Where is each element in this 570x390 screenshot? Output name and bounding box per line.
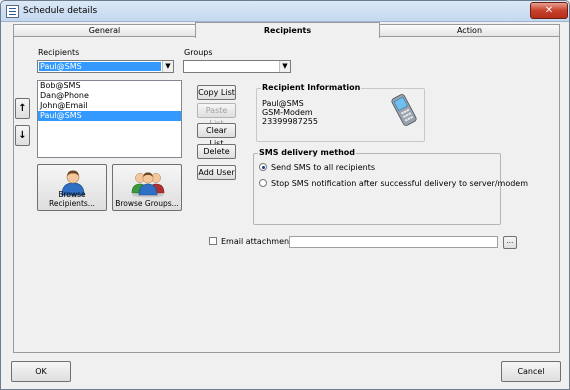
email-attachment-field[interactable]: [289, 236, 498, 248]
sms-delivery-box: SMS delivery method Send SMS to all reci…: [253, 148, 528, 225]
window-title: Schedule details: [23, 6, 98, 16]
cancel-button[interactable]: Cancel: [501, 361, 561, 382]
browse-groups-button[interactable]: Browse Groups...: [112, 164, 182, 211]
recipients-label: Recipients: [38, 48, 80, 57]
close-icon[interactable]: ✕: [530, 2, 568, 19]
phone-icon: [391, 94, 417, 126]
add-user-button[interactable]: Add User: [197, 165, 236, 180]
sms-delivery-title: SMS delivery method: [258, 148, 356, 157]
groups-combo-value: [185, 62, 278, 71]
browse-recipients-button[interactable]: Browse Recipients...: [37, 164, 107, 211]
recipient-list[interactable]: Bob@SMS Dan@Phone John@Email Paul@SMS: [37, 80, 182, 158]
chevron-down-icon[interactable]: ▼: [279, 61, 290, 72]
clear-list-button[interactable]: Clear List: [197, 123, 236, 148]
paste-list-button[interactable]: Paste List: [197, 103, 236, 128]
list-item[interactable]: Dan@Phone: [38, 91, 181, 101]
recipient-info-type: GSM-Modem: [262, 108, 313, 117]
groups-label: Groups: [184, 48, 213, 57]
list-item[interactable]: John@Email: [38, 101, 181, 111]
groups-combo[interactable]: ▼: [183, 60, 291, 73]
stop-after-delivery-label: Stop SMS notification after successful d…: [271, 179, 529, 188]
recipients-combo-value: Paul@SMS: [39, 62, 161, 71]
move-up-button[interactable]: ↑: [15, 98, 30, 119]
send-all-label: Send SMS to all recipients: [271, 163, 376, 172]
ok-button-label: OK: [35, 367, 47, 376]
recipient-info-title: Recipient Information: [261, 83, 362, 92]
recipient-info-name: Paul@SMS: [262, 99, 304, 108]
browse-groups-label: Browse Groups...: [115, 199, 179, 208]
list-item[interactable]: Paul@SMS: [38, 111, 181, 121]
title-bar[interactable]: Schedule details ✕: [1, 1, 569, 22]
browse-recipients-label: Browse Recipients...: [49, 190, 95, 208]
app-icon: [6, 5, 19, 18]
delete-button[interactable]: Delete: [197, 144, 236, 159]
schedule-details-window: Schedule details ✕ General Recipients Ac…: [0, 0, 570, 390]
tab-recipients[interactable]: Recipients: [195, 22, 380, 38]
chevron-down-icon[interactable]: ▼: [162, 61, 173, 72]
email-attachment-label: Email attachment: [221, 237, 293, 246]
copy-list-button[interactable]: Copy List: [197, 85, 236, 100]
email-attachment-checkbox[interactable]: [209, 237, 217, 245]
recipients-combo[interactable]: Paul@SMS ▼: [37, 60, 174, 73]
recipient-info-number: 23399987255: [262, 117, 318, 126]
group-icon: [131, 172, 165, 198]
stop-after-delivery-radio[interactable]: [259, 179, 267, 187]
email-attachment-browse-button[interactable]: ...: [503, 236, 517, 249]
tab-strip: General Recipients Action: [13, 22, 560, 38]
list-item[interactable]: Bob@SMS: [38, 81, 181, 91]
move-down-button[interactable]: ↓: [15, 125, 30, 146]
ok-button[interactable]: OK: [11, 361, 71, 382]
cancel-button-label: Cancel: [517, 367, 545, 376]
recipient-info-box: Recipient Information Paul@SMS GSM-Modem…: [256, 83, 425, 142]
send-all-radio[interactable]: [259, 163, 267, 171]
